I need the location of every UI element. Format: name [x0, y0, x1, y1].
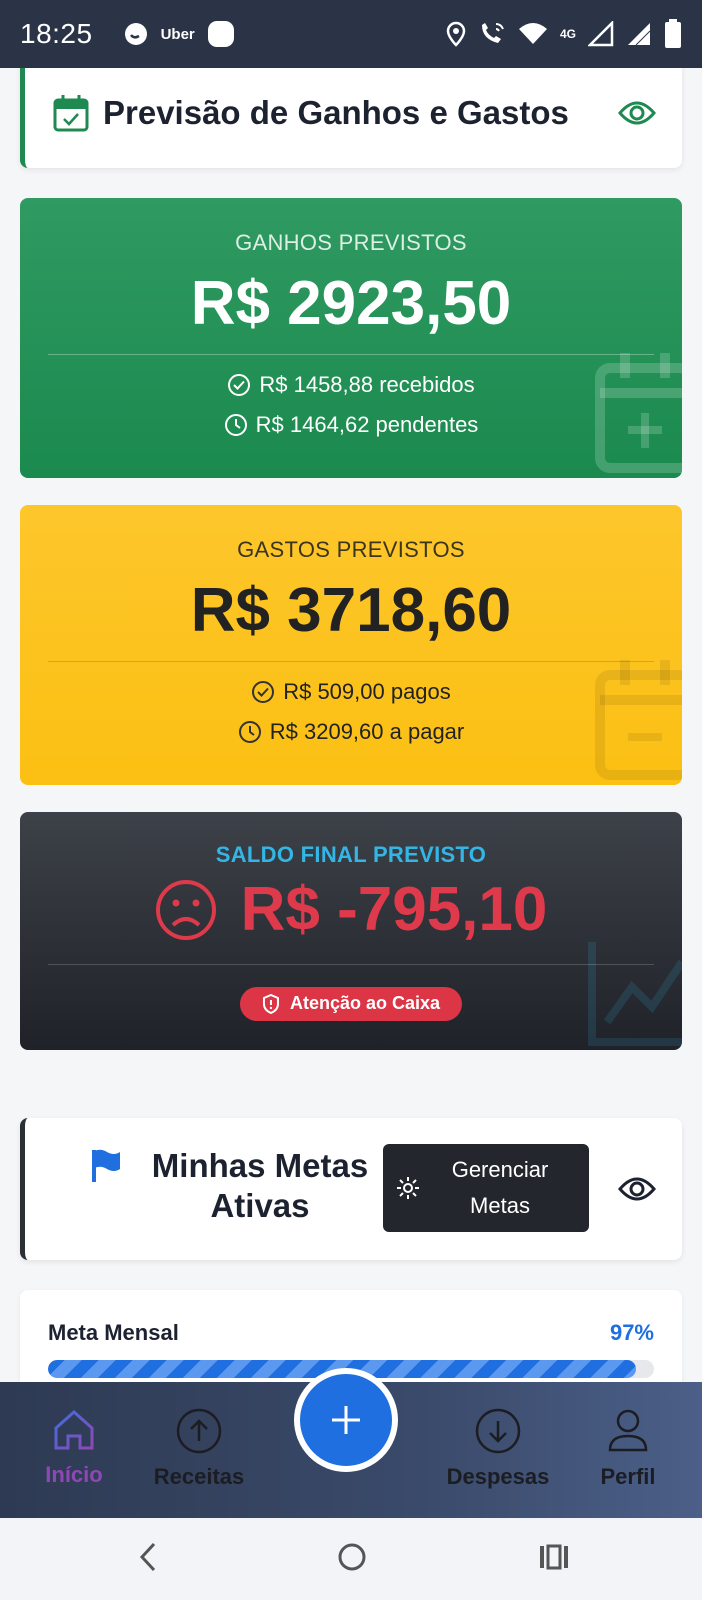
income-card: GANHOS PREVISTOS R$ 2923,50 R$ 1458,88 r…	[20, 198, 682, 478]
expense-card: GASTOS PREVISTOS R$ 3718,60 R$ 509,00 pa…	[20, 505, 682, 785]
check-circle-icon	[228, 374, 251, 396]
income-received-text: R$ 1458,88 recebidos	[259, 372, 475, 397]
income-amount: R$ 2923,50	[190, 269, 512, 338]
goal-percent: 97%	[609, 1320, 654, 1345]
goals-title: Minhas Metas Ativas	[151, 1147, 369, 1224]
expense-amount: R$ 3718,60	[190, 576, 512, 645]
arrow-down-circle-icon	[475, 1408, 521, 1454]
check-circle-icon	[252, 681, 275, 703]
nav-income-label: Receitas	[153, 1464, 245, 1489]
bottom-nav: Início Receitas Despesas Perfil	[0, 1368, 702, 1518]
clock-icon	[238, 721, 261, 743]
expense-paid-text: R$ 509,00 pagos	[283, 679, 451, 704]
expense-paid-row: R$ 509,00 pagos	[20, 679, 682, 705]
back-icon[interactable]	[134, 1540, 162, 1574]
location-icon	[446, 21, 466, 47]
forecast-header: Previsão de Ganhos e Gastos	[20, 68, 682, 168]
app-icon	[207, 21, 234, 47]
shield-alert-icon	[262, 993, 279, 1014]
nav-profile[interactable]: Perfil	[568, 1408, 688, 1490]
home-circle-icon[interactable]	[336, 1540, 368, 1574]
home-icon	[54, 1409, 94, 1450]
balance-label: SALDO FINAL PREVISTO	[215, 842, 487, 867]
cash-alert-badge: Atenção ao Caixa	[239, 987, 463, 1021]
nav-expenses[interactable]: Despesas	[438, 1408, 558, 1490]
chart-line-icon	[588, 942, 682, 1046]
balance-card: SALDO FINAL PREVISTO R$ -795,10 Atenção …	[20, 812, 682, 1050]
main-content[interactable]: Previsão de Ganhos e Gastos GANHOS PREVI…	[0, 68, 702, 1382]
flag-icon	[92, 1149, 120, 1182]
network-type: 4G	[559, 27, 576, 41]
notification-icons: Uber	[123, 20, 235, 48]
whatsapp-icon	[124, 23, 147, 45]
eye-icon[interactable]	[618, 1176, 656, 1202]
balance-amount: R$ -795,10	[240, 875, 548, 944]
arrow-up-circle-icon	[176, 1408, 222, 1454]
recents-icon[interactable]	[538, 1540, 570, 1574]
expense-topay-text: R$ 3209,60 a pagar	[269, 719, 465, 744]
goal-name: Meta Mensal	[48, 1320, 179, 1345]
goals-header: Minhas Metas Ativas Gerenciar Metas	[20, 1118, 682, 1260]
eye-icon[interactable]	[618, 100, 656, 126]
manage-goals-button[interactable]: Gerenciar Metas	[383, 1144, 589, 1232]
income-received-row: R$ 1458,88 recebidos	[20, 372, 682, 398]
nav-expenses-label: Despesas	[446, 1464, 550, 1489]
person-icon	[608, 1409, 648, 1452]
manage-goals-label: Gerenciar Metas	[451, 1157, 549, 1218]
cash-alert-text: Atenção ao Caixa	[289, 993, 441, 1013]
expense-label: GASTOS PREVISTOS	[237, 537, 465, 562]
income-pending-row: R$ 1464,62 pendentes	[20, 412, 682, 438]
income-pending-text: R$ 1464,62 pendentes	[255, 412, 479, 437]
divider	[48, 964, 654, 965]
clock-icon	[224, 414, 247, 436]
nav-income[interactable]: Receitas	[139, 1408, 259, 1490]
gear-icon	[397, 1177, 419, 1199]
nav-profile-label: Perfil	[600, 1464, 656, 1489]
wifi-call-icon	[481, 23, 504, 43]
system-nav-bar	[0, 1518, 702, 1600]
status-bar: 18:25 Uber 4G	[0, 0, 702, 68]
income-label: GANHOS PREVISTOS	[235, 230, 467, 255]
signal-icon	[628, 23, 651, 46]
calendar-check-icon	[53, 95, 89, 132]
forecast-title: Previsão de Ganhos e Gastos	[103, 94, 569, 131]
battery-icon	[665, 19, 681, 48]
system-icons: 4G	[446, 19, 682, 49]
nav-home[interactable]: Início	[14, 1408, 134, 1488]
uber-icon: Uber	[160, 25, 195, 43]
status-time: 18:25	[20, 18, 93, 49]
sad-face-icon	[155, 879, 216, 940]
wifi-icon	[518, 23, 547, 44]
divider	[48, 354, 654, 355]
plus-icon	[332, 1406, 360, 1434]
signal-icon	[588, 21, 614, 47]
divider	[48, 661, 654, 662]
nav-home-label: Início	[45, 1462, 103, 1487]
add-button[interactable]	[294, 1368, 398, 1472]
expense-topay-row: R$ 3209,60 a pagar	[20, 719, 682, 745]
